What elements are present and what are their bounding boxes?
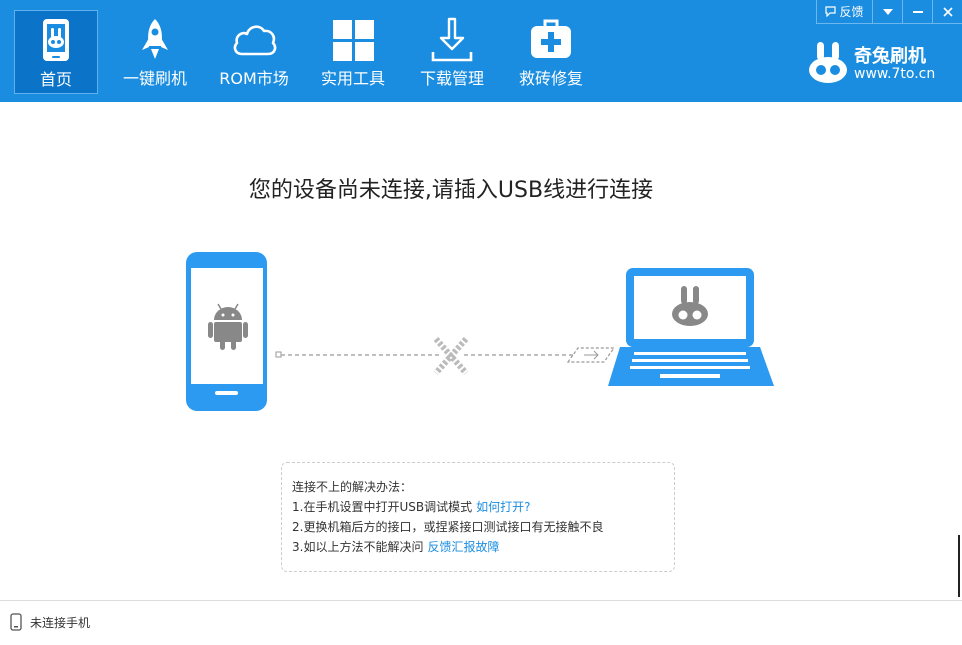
tip-line-1: 1.在手机设置中打开USB调试模式 如何打开? <box>292 497 674 517</box>
how-to-enable-link[interactable]: 如何打开? <box>476 500 530 514</box>
usb-plug-icon <box>566 347 616 363</box>
phone-icon <box>10 613 22 631</box>
tips-title: 连接不上的解决办法： <box>292 480 413 494</box>
troubleshoot-tips-box: 连接不上的解决办法： 1.在手机设置中打开USB调试模式 如何打开? 2.更换机箱… <box>281 462 675 572</box>
app-window: 首页 一键刷机 ROM市场 实用工具 下载管理 救砖修复 反馈 奇兔刷机 www… <box>0 0 962 645</box>
disconnected-x-icon <box>433 337 469 375</box>
tip-text: 1.在手机设置中打开USB调试模式 <box>292 500 473 514</box>
status-bar: 未连接手机 <box>0 600 962 645</box>
tip-text: 3.如以上方法不能解决问 <box>292 540 424 554</box>
report-issue-link[interactable]: 反馈汇报故障 <box>427 540 499 554</box>
connection-status: 未连接手机 <box>30 616 91 630</box>
scrollbar[interactable] <box>958 535 960 597</box>
usb-cable-dashed <box>275 351 574 358</box>
tip-line-2: 2.更换机箱后方的接口，或捏紧接口测试接口有无接触不良 <box>292 517 674 537</box>
laptop-illustration <box>608 268 774 386</box>
tip-line-3: 3.如以上方法不能解决问 反馈汇报故障 <box>292 537 674 557</box>
tip-text: 2.更换机箱后方的接口，或捏紧接口测试接口有无接触不良 <box>292 520 604 534</box>
